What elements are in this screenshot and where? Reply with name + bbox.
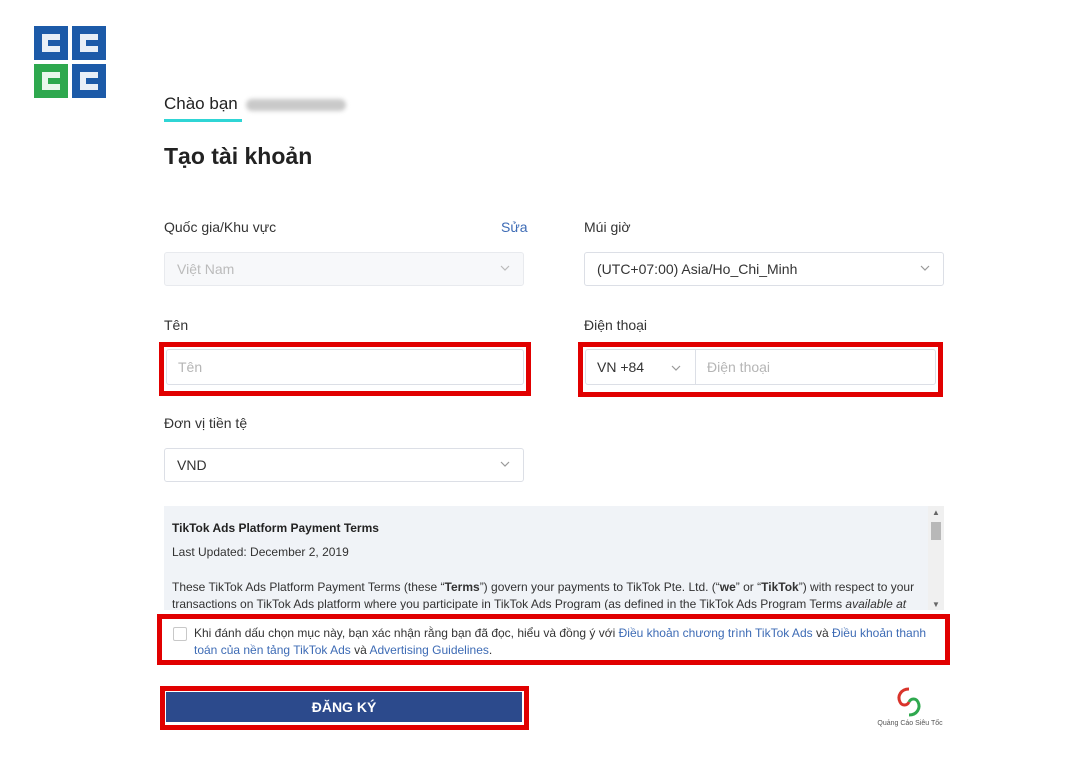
agree-checkbox[interactable] bbox=[173, 627, 187, 641]
timezone-select[interactable]: (UTC+07:00) Asia/Ho_Chi_Minh bbox=[584, 252, 944, 286]
country-code-select[interactable]: VN +84 bbox=[586, 350, 696, 384]
terms-updated: Last Updated: December 2, 2019 bbox=[172, 545, 349, 559]
greeting: Chào bạn bbox=[164, 94, 346, 114]
greeting-text: Chào bạn bbox=[164, 94, 238, 113]
program-terms-link[interactable]: Điều khoản chương trình TikTok Ads bbox=[619, 626, 813, 640]
terms-body: These TikTok Ads Platform Payment Terms … bbox=[172, 580, 915, 610]
currency-select[interactable]: VND bbox=[164, 448, 524, 482]
brand-logo bbox=[34, 26, 106, 98]
name-placeholder: Tên bbox=[178, 359, 203, 375]
name-input[interactable]: Tên bbox=[166, 349, 524, 385]
chevron-down-icon bbox=[500, 265, 510, 271]
chevron-down-icon bbox=[671, 365, 681, 371]
register-button[interactable]: ĐĂNG KÝ bbox=[166, 692, 522, 722]
currency-label: Đơn vị tiền tệ bbox=[164, 415, 248, 431]
advertising-guidelines-link[interactable]: Advertising Guidelines bbox=[369, 643, 488, 657]
country-edit-link[interactable]: Sửa bbox=[501, 219, 528, 235]
scroll-down-icon[interactable]: ▼ bbox=[932, 600, 940, 609]
country-label: Quốc gia/Khu vực bbox=[164, 219, 277, 235]
watermark-text: Quảng Cáo Siêu Tốc bbox=[877, 720, 943, 727]
currency-value: VND bbox=[177, 457, 207, 473]
terms-scrollbar[interactable]: ▲ ▼ bbox=[928, 506, 944, 610]
country-code-value: VN +84 bbox=[597, 359, 645, 375]
phone-input[interactable]: Điện thoại bbox=[707, 359, 770, 375]
timezone-label: Múi giờ bbox=[584, 219, 631, 235]
country-value: Việt Nam bbox=[177, 261, 235, 277]
watermark-logo: Quảng Cáo Siêu Tốc bbox=[868, 686, 952, 734]
page-title: Tạo tài khoản bbox=[164, 143, 313, 169]
payment-terms-box[interactable]: TikTok Ads Platform Payment Terms Last U… bbox=[164, 506, 944, 610]
phone-input-group: VN +84 Điện thoại bbox=[585, 349, 936, 385]
name-label: Tên bbox=[164, 317, 189, 333]
country-select: Việt Nam bbox=[164, 252, 524, 286]
swirl-logo-icon bbox=[897, 687, 921, 717]
terms-title: TikTok Ads Platform Payment Terms bbox=[172, 521, 379, 535]
timezone-value: (UTC+07:00) Asia/Ho_Chi_Minh bbox=[597, 261, 798, 277]
phone-label: Điện thoại bbox=[584, 317, 648, 333]
logo-icon bbox=[34, 26, 106, 98]
chevron-down-icon bbox=[920, 265, 930, 271]
greeting-underline bbox=[164, 119, 242, 122]
chevron-down-icon bbox=[500, 461, 510, 467]
scroll-thumb[interactable] bbox=[931, 522, 941, 540]
blurred-username bbox=[245, 98, 346, 111]
scroll-up-icon[interactable]: ▲ bbox=[932, 508, 940, 517]
agreement-text: Khi đánh dấu chọn mục này, bạn xác nhận … bbox=[194, 626, 927, 657]
